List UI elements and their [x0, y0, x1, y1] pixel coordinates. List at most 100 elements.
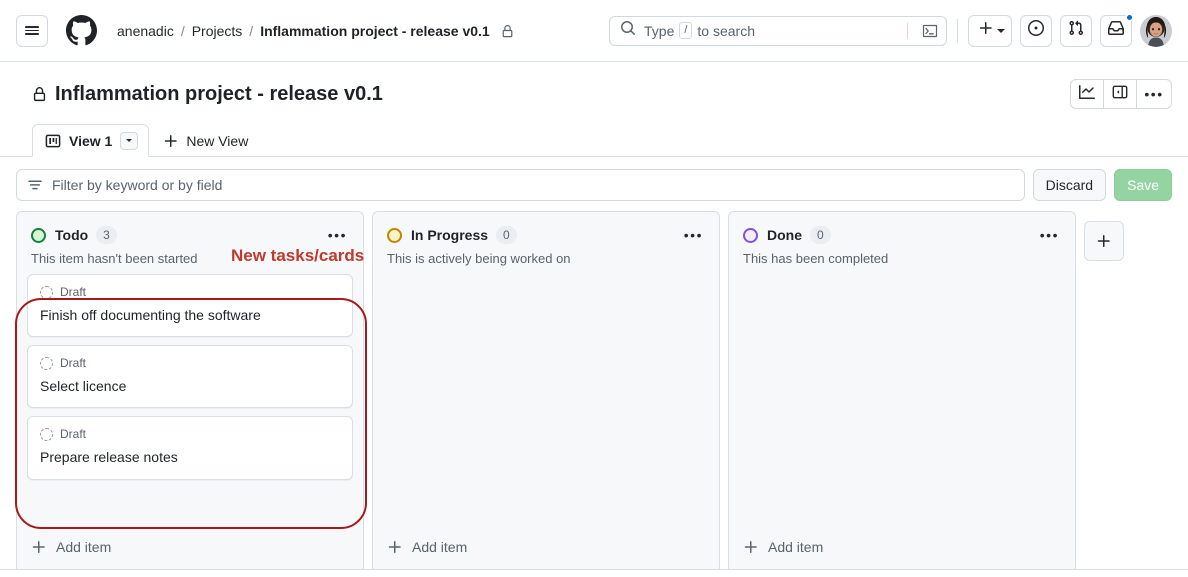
filter-bar: Filter by keyword or by field Discard Sa…	[0, 157, 1188, 211]
new-view-button[interactable]: New View	[149, 124, 258, 157]
page-title: Inflammation project - release v0.1	[32, 83, 383, 106]
global-header: anenadic / Projects / Inflammation proje…	[0, 0, 1188, 62]
search-placeholder-tail: to search	[697, 23, 755, 39]
add-column-button[interactable]	[1084, 221, 1124, 261]
search-icon	[620, 20, 636, 41]
column-cards	[729, 266, 1075, 274]
column-count: 3	[96, 226, 117, 244]
search-slash-key: /	[679, 22, 692, 39]
project-title-row: Inflammation project - release v0.1	[16, 78, 1172, 110]
card-meta-label: Draft	[60, 356, 86, 370]
card-title: Prepare release notes	[40, 448, 340, 466]
column-count: 0	[496, 226, 517, 244]
board-card[interactable]: Draft Prepare release notes	[27, 416, 353, 479]
plus-icon	[743, 539, 759, 555]
column-header: In Progress 0 ••• This is actively being…	[373, 212, 719, 266]
create-new-button[interactable]	[968, 15, 1012, 47]
column-menu-button[interactable]: •••	[682, 228, 705, 242]
project-more-button[interactable]: •••	[1137, 80, 1171, 108]
command-palette-icon[interactable]	[922, 23, 938, 39]
breadcrumb-separator-2: /	[249, 23, 253, 39]
column-description: This is actively being worked on	[387, 251, 705, 266]
add-item-label: Add item	[412, 539, 467, 555]
card-meta: Draft	[40, 356, 340, 370]
github-logo-icon[interactable]	[66, 15, 97, 46]
project-title-text: Inflammation project - release v0.1	[55, 83, 383, 106]
add-item-label: Add item	[768, 539, 823, 555]
breadcrumb-current-project[interactable]: Inflammation project - release v0.1	[260, 23, 490, 39]
tab-view-1[interactable]: View 1	[32, 124, 149, 157]
board-card[interactable]: Draft Select licence	[27, 345, 353, 408]
project-action-group: •••	[1070, 79, 1172, 109]
view-options-button[interactable]	[120, 132, 138, 150]
chevron-down-icon	[126, 139, 132, 142]
column-cards: Draft Finish off documenting the softwar…	[17, 266, 363, 480]
search-input[interactable]: Type / to search	[609, 16, 947, 46]
breadcrumb-separator: /	[181, 23, 185, 39]
discard-button[interactable]: Discard	[1033, 169, 1106, 201]
tabs-underline	[0, 156, 1188, 157]
filter-input[interactable]: Filter by keyword or by field	[16, 169, 1025, 201]
column-header: Todo 3 ••• This item hasn't been started	[17, 212, 363, 266]
column-count: 0	[810, 226, 831, 244]
card-title: Select licence	[40, 377, 340, 395]
breadcrumb: anenadic / Projects / Inflammation proje…	[117, 23, 514, 39]
card-meta-label: Draft	[60, 427, 86, 441]
pull-requests-button[interactable]	[1060, 15, 1092, 47]
column-name: Done	[767, 227, 802, 243]
page-bottom-edge	[0, 569, 1188, 577]
column-name: In Progress	[411, 227, 488, 243]
board-column-done: Done 0 ••• This has been completed Add i…	[728, 211, 1076, 574]
save-button[interactable]: Save	[1114, 169, 1172, 201]
lock-icon	[501, 25, 514, 38]
plus-icon	[31, 539, 47, 555]
hamburger-menu-button[interactable]	[16, 15, 48, 47]
notification-indicator	[1125, 13, 1134, 22]
search-placeholder-head: Type	[644, 23, 674, 39]
status-dot-in-progress	[387, 228, 402, 243]
board-column-in-progress: In Progress 0 ••• This is actively being…	[372, 211, 720, 574]
breadcrumb-projects[interactable]: Projects	[192, 23, 243, 39]
column-title-row: Done 0 •••	[743, 226, 1061, 244]
avatar[interactable]	[1140, 15, 1172, 47]
kebab-horizontal-icon: •••	[1144, 87, 1163, 101]
card-meta-label: Draft	[60, 285, 86, 299]
add-item-button[interactable]: Add item	[17, 539, 363, 573]
project-board-icon	[45, 133, 61, 149]
column-description: This item hasn't been started	[31, 251, 349, 266]
issues-button[interactable]	[1020, 15, 1052, 47]
board-card[interactable]: Draft Finish off documenting the softwar…	[27, 274, 353, 337]
column-title-row: In Progress 0 •••	[387, 226, 705, 244]
column-header: Done 0 ••• This has been completed	[729, 212, 1075, 266]
breadcrumb-owner[interactable]: anenadic	[117, 23, 174, 39]
git-pull-request-icon	[1068, 20, 1084, 41]
toggle-sidebar-button[interactable]	[1104, 80, 1137, 108]
column-menu-button[interactable]: •••	[326, 228, 349, 242]
column-menu-button[interactable]: •••	[1038, 228, 1061, 242]
insights-button[interactable]	[1071, 80, 1104, 108]
plus-icon	[387, 539, 403, 555]
draft-status-icon	[40, 286, 53, 299]
new-view-label: New View	[186, 133, 248, 149]
issue-opened-icon	[1028, 20, 1044, 41]
lock-icon	[32, 87, 47, 102]
add-item-button[interactable]: Add item	[729, 539, 1075, 573]
view-tabs: View 1 New View	[32, 124, 1172, 157]
plus-icon	[1096, 233, 1112, 249]
header-divider	[957, 19, 958, 43]
filter-icon	[27, 177, 43, 193]
status-dot-todo	[31, 228, 46, 243]
project-header-actions: •••	[1070, 79, 1172, 109]
column-name: Todo	[55, 227, 88, 243]
filter-placeholder: Filter by keyword or by field	[52, 177, 222, 193]
draft-status-icon	[40, 428, 53, 441]
card-meta: Draft	[40, 285, 340, 299]
plus-icon	[978, 20, 994, 41]
board-column-todo: Todo 3 ••• This item hasn't been started…	[16, 211, 364, 574]
column-cards	[373, 266, 719, 274]
sidebar-expand-icon	[1112, 84, 1128, 105]
add-item-button[interactable]: Add item	[373, 539, 719, 573]
header-right-actions: Type / to search	[609, 15, 1172, 47]
graph-icon	[1079, 84, 1095, 105]
plus-icon	[163, 133, 179, 149]
